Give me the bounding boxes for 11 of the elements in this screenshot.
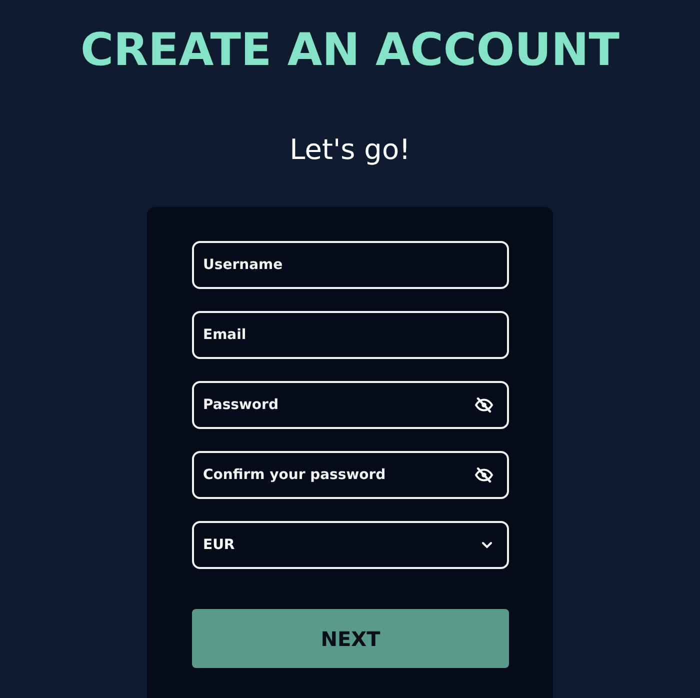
eye-slash-icon[interactable] (475, 467, 493, 483)
password-field[interactable]: Confirm your password (192, 451, 509, 499)
input-field[interactable]: Email (192, 311, 509, 359)
password-field[interactable]: Password (192, 381, 509, 429)
next-button[interactable]: NEXT (192, 609, 509, 668)
currency-select[interactable]: EUR (192, 521, 509, 569)
eye-slash-icon[interactable] (475, 397, 493, 413)
chevron-down-icon (481, 541, 493, 549)
subtitle: Let's go! (290, 132, 410, 168)
page-title: CREATE AN ACCOUNT (80, 22, 620, 78)
input-field[interactable]: Username (192, 241, 509, 289)
